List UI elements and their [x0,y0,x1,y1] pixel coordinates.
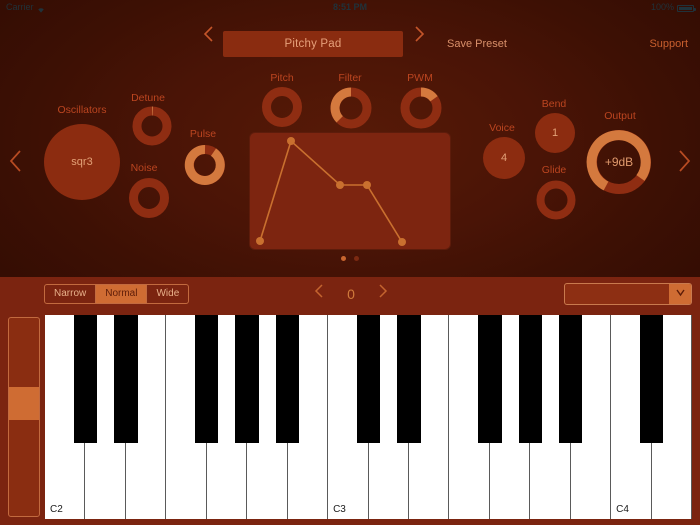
output-label: Output [604,110,636,122]
black-key[interactable] [397,315,421,443]
pitch-control: Pitch [256,72,308,128]
battery-icon [677,4,696,12]
envelope-point[interactable] [287,137,295,145]
key-width-option-narrow[interactable]: Narrow [45,285,97,303]
output-control: Output +9dB [578,110,662,202]
black-key[interactable] [114,315,138,443]
battery-percent-label: 100% [650,2,674,12]
filter-label: Filter [338,72,362,84]
status-bar: Carrier 8:51 PM 100% [0,0,700,14]
pulse-knob[interactable] [184,144,226,186]
mod-wheel-slider[interactable] [8,317,40,517]
preset-prev-button[interactable] [198,24,220,46]
glide-control: Glide [528,164,580,220]
key-label: C2 [50,504,63,515]
noise-control: Noise [118,162,170,218]
black-key[interactable] [639,315,664,443]
keyboard-panel: Narrow Normal Wide 0 C2 C3 C4 [0,277,700,525]
detune-knob[interactable] [132,106,172,146]
chevron-down-icon[interactable] [669,284,691,304]
key-label: C4 [616,504,629,515]
pulse-label: Pulse [189,128,217,140]
page-prev-button[interactable] [4,148,28,182]
preset-next-button[interactable] [408,24,430,46]
mod-wheel-thumb[interactable] [9,387,39,420]
page-dot[interactable] [354,256,359,261]
black-key[interactable] [195,315,219,443]
piano-keyboard[interactable]: C2 C3 C4 [45,315,692,519]
envelope-point[interactable] [398,238,406,246]
envelope-editor[interactable] [250,133,450,249]
pwm-knob[interactable] [399,86,443,130]
bend-control: Bend 1 [528,98,580,154]
voice-control: Voice 4 [474,122,530,180]
pulse-control: Pulse [178,128,228,186]
glide-knob[interactable] [535,179,577,221]
black-key[interactable] [558,315,583,443]
noise-label: Noise [130,162,158,174]
bend-label: Bend [541,98,567,110]
save-preset-button[interactable]: Save Preset [447,38,507,50]
page-dot[interactable] [341,256,346,261]
filter-knob[interactable] [329,86,373,130]
octave-prev-button[interactable] [309,282,329,306]
octave-stepper[interactable]: 0 [305,282,397,306]
filter-control: Filter [324,72,376,130]
voice-value: 4 [500,152,508,164]
key-width-option-wide[interactable]: Wide [147,285,188,303]
pwm-label: PWM [407,72,433,84]
key-label: C3 [333,504,346,515]
envelope-point[interactable] [256,237,264,245]
status-bar-time: 8:51 PM [332,2,367,12]
voice-knob[interactable]: 4 [483,137,525,179]
black-key[interactable] [235,315,259,443]
status-bar-right: 100% [650,0,696,14]
preset-name-field[interactable]: Pitchy Pad [223,31,403,57]
pitch-label: Pitch [270,72,294,84]
black-key[interactable] [518,315,542,443]
page-indicator-dots [0,256,700,261]
black-key[interactable] [478,315,502,443]
midi-source-select[interactable] [564,283,692,305]
output-knob[interactable]: +9dB [583,126,655,198]
oscillators-value: sqr3 [71,156,93,168]
key-width-option-normal[interactable]: Normal [96,285,148,303]
oscillators-label: Oscillators [57,104,107,116]
black-key[interactable] [275,315,300,443]
envelope-point[interactable] [336,181,344,189]
pwm-control: PWM [394,72,446,130]
bend-knob[interactable]: 1 [535,113,575,153]
synth-app-panel: Carrier 8:51 PM 100% Pitchy Pad Save Pre… [0,0,700,277]
oscillators-control: Oscillators sqr3 [40,104,124,202]
preset-bar: Pitchy Pad Save Preset Support [0,14,700,57]
noise-knob[interactable] [128,177,170,219]
detune-control: Detune [122,92,174,148]
envelope-point[interactable] [363,181,371,189]
black-key[interactable] [73,315,98,443]
output-value: +9dB [604,155,634,169]
voice-label: Voice [489,122,515,134]
black-key[interactable] [356,315,381,443]
octave-next-button[interactable] [373,282,393,306]
bend-value: 1 [551,127,559,139]
envelope-graph[interactable] [250,133,450,249]
page-next-button[interactable] [672,148,696,182]
keyboard-toolbar: Narrow Normal Wide 0 [0,277,700,311]
key-width-segmented-control[interactable]: Narrow Normal Wide [44,284,190,304]
detune-label: Detune [131,92,165,104]
support-link[interactable]: Support [649,38,688,50]
pitch-knob[interactable] [261,86,303,128]
glide-label: Glide [541,164,567,176]
oscillators-knob[interactable]: sqr3 [44,124,120,200]
